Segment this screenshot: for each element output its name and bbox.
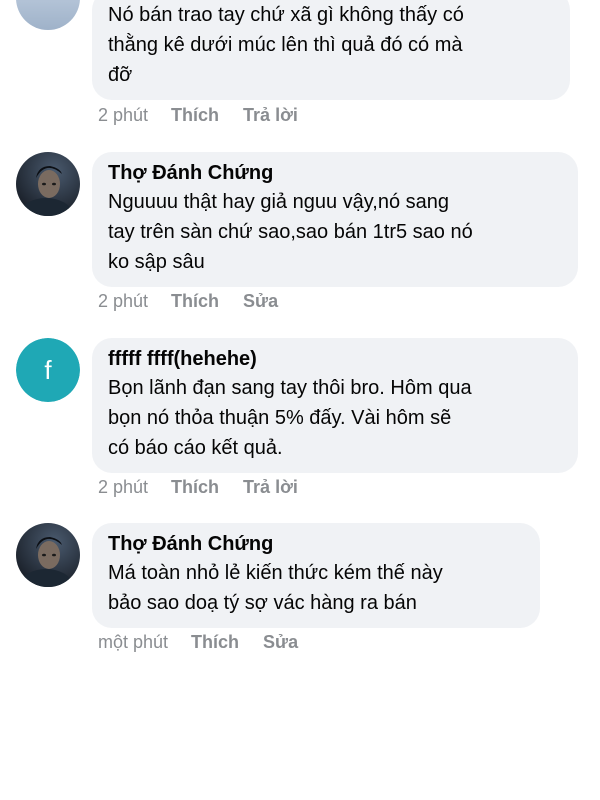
like-button[interactable]: Thích (171, 476, 219, 498)
like-button[interactable]: Thích (171, 290, 219, 312)
reply-button[interactable]: Trả lời (243, 104, 298, 126)
comment-time: 2 phút (98, 291, 149, 311)
avatar[interactable] (16, 152, 80, 216)
comment-actions: 2 phút Thích Trả lời (98, 104, 298, 126)
avatar[interactable]: f (16, 338, 80, 402)
comment-text: Bọn lãnh đạn sang tay thôi bro. Hôm qua … (108, 377, 472, 459)
comment-bubble: fffff ffff(hehehe) Bọn lãnh đạn sang tay… (92, 338, 578, 473)
comment-bubble: Thợ Đánh Chứng Nguuuu thật hay giả nguu … (92, 152, 578, 287)
letter-f-avatar-icon: f (16, 338, 80, 402)
avatar[interactable] (16, 0, 80, 30)
comment-author[interactable]: fffff ffff(hehehe) (108, 346, 562, 372)
comment-time: 2 phút (98, 105, 149, 125)
comment-author[interactable]: Thợ Đánh Chứng (108, 531, 524, 557)
dark-portrait-icon (16, 523, 80, 587)
comment-actions: 2 phút Thích Sửa (98, 290, 278, 312)
comment-time: 2 phút (98, 477, 149, 497)
like-button[interactable]: Thích (191, 631, 239, 653)
comment-time: một phút (98, 632, 169, 652)
comment-text: Nguuuu thật hay giả nguu vậy,nó sang tay… (108, 191, 473, 273)
comment-bubble: Thợ Đánh Chứng Má toàn nhỏ lẻ kiến thức … (92, 523, 540, 628)
user-avatar-icon (16, 0, 80, 30)
edit-button[interactable]: Sửa (263, 631, 298, 653)
like-button[interactable]: Thích (171, 104, 219, 126)
comment-author[interactable]: Thợ Đánh Chứng (108, 160, 562, 186)
avatar-letter: f (44, 355, 52, 385)
comment-actions: một phút Thích Sửa (98, 631, 298, 653)
comment-text: Nó bán trao tay chứ xã gì không thấy có … (108, 4, 464, 86)
dark-portrait-icon (16, 152, 80, 216)
comment-bubble: Nó bán trao tay chứ xã gì không thấy có … (92, 0, 570, 100)
comment-actions: 2 phút Thích Trả lời (98, 476, 298, 498)
comment-thread: Nó bán trao tay chứ xã gì không thấy có … (0, 0, 600, 800)
comment-text: Má toàn nhỏ lẻ kiến thức kém thế này bảo… (108, 562, 443, 614)
avatar[interactable] (16, 523, 80, 587)
reply-button[interactable]: Trả lời (243, 476, 298, 498)
edit-button[interactable]: Sửa (243, 290, 278, 312)
